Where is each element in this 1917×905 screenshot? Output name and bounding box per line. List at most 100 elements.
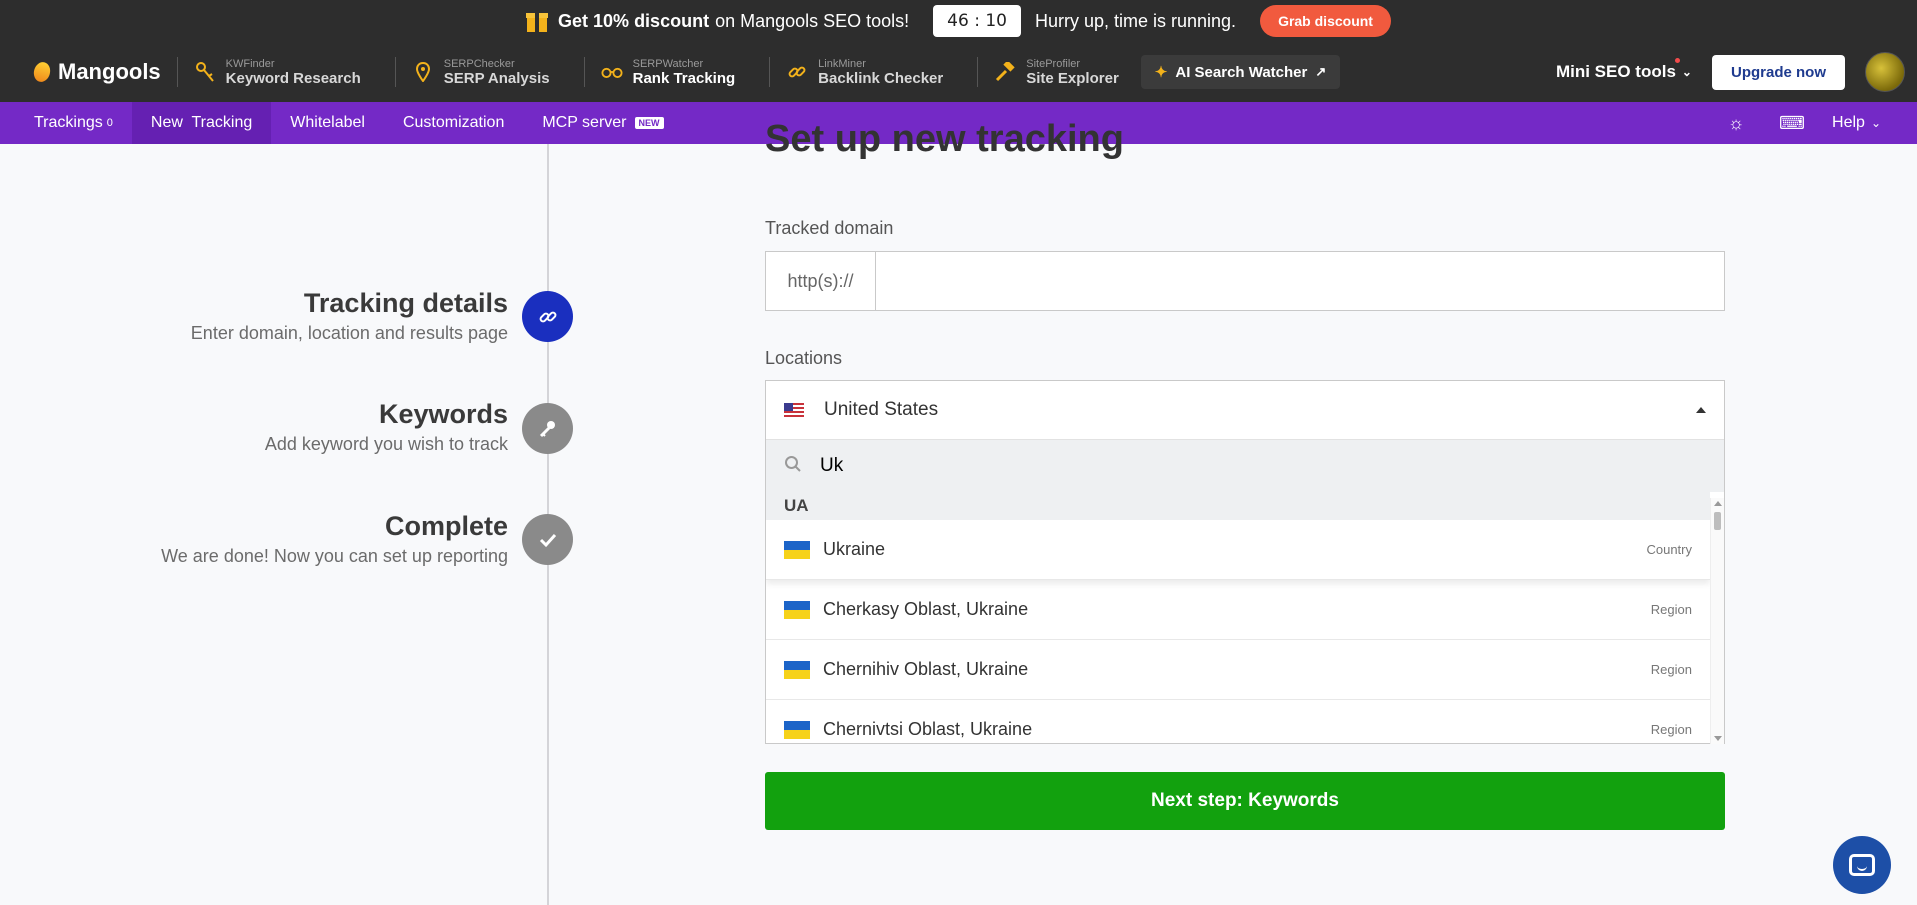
divider bbox=[769, 57, 771, 87]
step-description: Add keyword you wish to track bbox=[264, 434, 508, 454]
ua-flag-icon bbox=[784, 600, 810, 619]
results-scrollbar[interactable] bbox=[1710, 498, 1724, 744]
selected-location: United States bbox=[824, 399, 939, 420]
search-icon bbox=[784, 455, 802, 478]
step-complete: Complete We are done! Now you can set up… bbox=[161, 511, 508, 567]
scrollbar-thumb[interactable] bbox=[1714, 512, 1721, 530]
step-title: Tracking details bbox=[303, 288, 508, 318]
upgrade-now-button[interactable]: Upgrade now bbox=[1711, 54, 1845, 90]
nav-new-tracking[interactable]: New Tracking bbox=[131, 102, 272, 144]
promo-discount-text: Get 10% discount bbox=[558, 10, 710, 31]
nav-label: Customization bbox=[402, 114, 505, 131]
tool-small-label: SERPChecker bbox=[443, 57, 515, 70]
option-type: Region bbox=[1650, 662, 1692, 677]
ua-flag-icon bbox=[784, 540, 810, 559]
location-search-input[interactable] bbox=[820, 455, 1706, 477]
nav-trackings[interactable]: Trackings 0 bbox=[0, 102, 132, 144]
tool-kwfinder[interactable]: KWFinder Keyword Research bbox=[194, 58, 361, 87]
page-title: Set up new tracking bbox=[765, 118, 1124, 160]
locations-dropdown: United States UA Ukraine Country Cherkas… bbox=[765, 380, 1725, 744]
chevron-down-icon: ⌄ bbox=[1870, 116, 1881, 130]
scroll-up-arrow-icon[interactable] bbox=[1714, 501, 1722, 506]
mini-seo-tools-menu[interactable]: Mini SEO tools ⌄ bbox=[1555, 58, 1692, 82]
step-keywords: Keywords Add keyword you wish to track bbox=[265, 399, 508, 455]
ua-flag-icon bbox=[784, 660, 810, 679]
nav-customization[interactable]: Customization bbox=[384, 102, 523, 144]
step-description: We are done! Now you can set up reportin… bbox=[161, 546, 508, 566]
scroll-down-arrow-icon[interactable] bbox=[1714, 736, 1722, 741]
mangools-logo[interactable]: Mangools bbox=[31, 59, 161, 85]
app-header: Mangools KWFinder Keyword Research SERPCh… bbox=[0, 42, 1917, 102]
promo-banner: Get 10% discount on Mangools SEO tools! … bbox=[0, 0, 1917, 42]
tool-label: Backlink Checker bbox=[818, 69, 944, 87]
option-type: Country bbox=[1646, 542, 1692, 557]
group-header: UA bbox=[766, 492, 1710, 520]
protocol-prefix: http(s):// bbox=[766, 252, 876, 310]
step-key-icon bbox=[522, 403, 573, 454]
ai-search-watcher-button[interactable]: ✦ AI Search Watcher ↗ bbox=[1140, 55, 1341, 89]
location-select[interactable]: United States bbox=[766, 381, 1724, 440]
nav-label: New Tracking bbox=[150, 114, 253, 131]
step-title: Keywords bbox=[378, 399, 508, 429]
option-type: Region bbox=[1650, 602, 1692, 617]
ai-watcher-label: AI Search Watcher bbox=[1175, 63, 1308, 81]
link-icon bbox=[786, 61, 808, 83]
countdown-timer: 46 : 10 bbox=[933, 5, 1021, 37]
tool-small-label: KWFinder bbox=[225, 57, 275, 70]
tool-siteprofiler[interactable]: SiteProfiler Site Explorer bbox=[994, 58, 1119, 87]
location-option-cherkasy[interactable]: Cherkasy Oblast, Ukraine Region bbox=[766, 580, 1710, 640]
nav-label: MCP server bbox=[542, 114, 627, 131]
external-link-icon: ↗ bbox=[1315, 64, 1327, 79]
nav-mcp-server[interactable]: MCP server NEW bbox=[523, 102, 682, 144]
nav-label: Trackings bbox=[34, 114, 103, 131]
location-option-chernihiv[interactable]: Chernihiv Oblast, Ukraine Region bbox=[766, 640, 1710, 700]
divider bbox=[176, 57, 178, 87]
grab-discount-button[interactable]: Grab discount bbox=[1260, 5, 1391, 37]
nav-whitelabel[interactable]: Whitelabel bbox=[271, 102, 384, 144]
tool-label: Rank Tracking bbox=[632, 69, 736, 87]
tool-label: Keyword Research bbox=[225, 69, 361, 87]
location-option-ukraine[interactable]: Ukraine Country bbox=[766, 520, 1710, 580]
logo-text: Mangools bbox=[58, 59, 161, 84]
help-label: Help bbox=[1832, 114, 1865, 131]
sparkle-icon: ✦ bbox=[1154, 64, 1168, 81]
promo-text: on Mangools SEO tools! bbox=[715, 10, 910, 31]
step-check-icon bbox=[522, 514, 573, 565]
keyboard-icon[interactable]: ⌨ bbox=[1764, 113, 1820, 134]
gift-icon bbox=[526, 10, 549, 32]
tracked-domain-label: Tracked domain bbox=[765, 218, 894, 238]
promo-hurry-text: Hurry up, time is running. bbox=[1034, 10, 1237, 31]
us-flag-icon bbox=[784, 403, 804, 417]
mini-tools-label: Mini SEO tools bbox=[1555, 62, 1676, 81]
option-type: Region bbox=[1650, 722, 1692, 737]
chat-support-button[interactable] bbox=[1833, 836, 1891, 894]
divider bbox=[583, 57, 585, 87]
hammer-icon bbox=[994, 61, 1016, 83]
tool-small-label: SERPWatcher bbox=[632, 57, 704, 70]
tool-serpwatcher[interactable]: SERPWatcher Rank Tracking bbox=[601, 57, 736, 87]
divider bbox=[977, 57, 979, 87]
tool-label: Site Explorer bbox=[1026, 69, 1119, 87]
tool-serpchecker[interactable]: SERPChecker SERP Analysis bbox=[412, 58, 550, 87]
nav-label: Whitelabel bbox=[290, 114, 365, 131]
step-tracking-details: Tracking details Enter domain, location … bbox=[191, 288, 508, 344]
tool-small-label: LinkMiner bbox=[818, 57, 866, 70]
location-option-chernivtsi[interactable]: Chernivtsi Oblast, Ukraine Region bbox=[766, 700, 1710, 743]
step-link-icon bbox=[522, 291, 573, 342]
help-menu[interactable]: Help ⌄ bbox=[1820, 102, 1917, 144]
chevron-down-icon: ⌄ bbox=[1681, 65, 1692, 79]
caret-up-icon bbox=[1696, 407, 1706, 413]
key-icon bbox=[194, 61, 216, 83]
new-badge: NEW bbox=[634, 117, 664, 129]
option-name: Ukraine bbox=[823, 539, 886, 559]
next-step-button[interactable]: Next step: Keywords bbox=[765, 772, 1725, 830]
location-results: Ukraine Country Cherkasy Oblast, Ukraine… bbox=[766, 520, 1710, 743]
tool-linkminer[interactable]: LinkMiner Backlink Checker bbox=[786, 58, 943, 87]
step-title: Complete bbox=[384, 511, 508, 541]
theme-toggle-icon[interactable]: ☼ bbox=[1708, 113, 1764, 134]
domain-input[interactable] bbox=[876, 252, 1724, 310]
pin-icon bbox=[412, 61, 434, 83]
location-search bbox=[766, 440, 1724, 492]
option-name: Cherkasy Oblast, Ukraine bbox=[823, 599, 1029, 619]
avatar[interactable] bbox=[1865, 52, 1905, 92]
